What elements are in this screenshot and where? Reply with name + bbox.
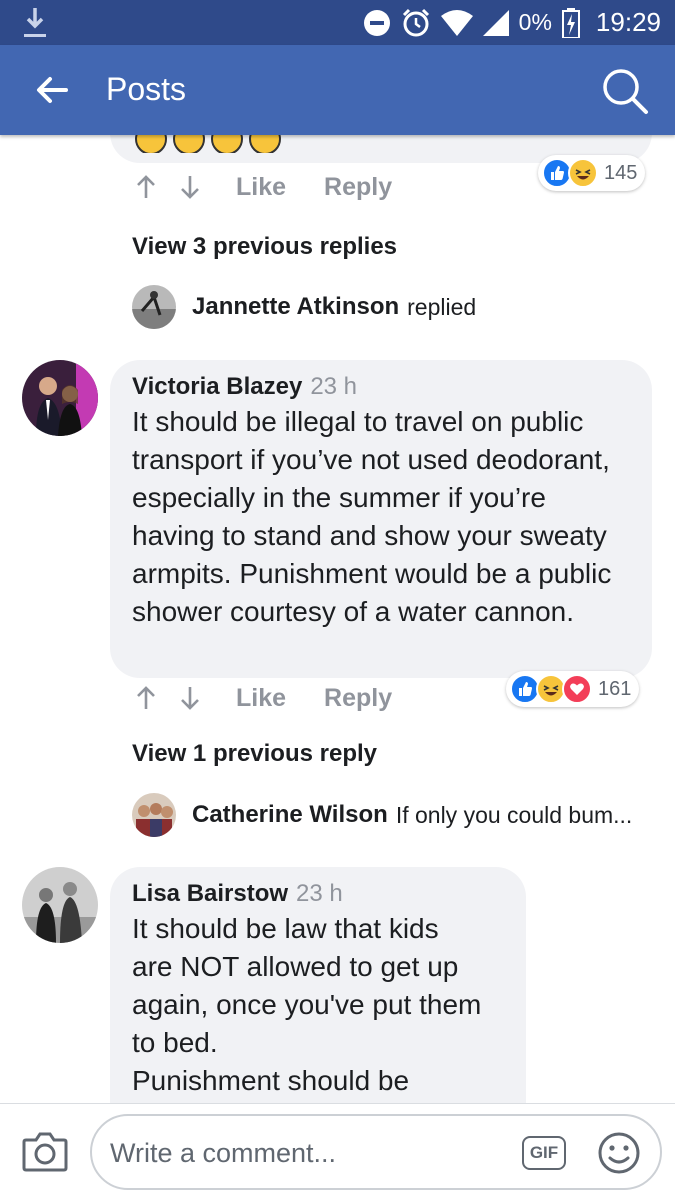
comments-feed[interactable]: 145 Like Reply View 3 previous replies J…	[0, 135, 675, 1103]
upvote-arrow-icon[interactable]	[134, 685, 158, 711]
reply-button[interactable]: Reply	[324, 173, 392, 202]
comment-text: It should be illegal to travel on public…	[132, 406, 612, 627]
comment-composer: Write a comment... GIF	[0, 1103, 675, 1200]
clock: 19:29	[595, 7, 661, 37]
comment-text: It should be law that kids are NOT allow…	[132, 910, 504, 1100]
comment-text-line: Punishment should be	[132, 1065, 410, 1096]
app-bar: Posts	[0, 45, 675, 135]
view-previous-replies[interactable]: View 3 previous replies	[132, 233, 397, 261]
comment-timestamp[interactable]: 23 h	[296, 880, 343, 907]
like-button[interactable]: Like	[236, 173, 286, 202]
like-button[interactable]: Like	[236, 684, 286, 713]
comment-input[interactable]: Write a comment... GIF	[90, 1114, 662, 1190]
comment-actions: Like Reply	[134, 678, 430, 718]
laughing-emoji-icon	[135, 135, 167, 153]
comment-text-line: are NOT allowed to get up	[132, 951, 459, 982]
download-icon	[24, 8, 46, 37]
comment-text-line: It should be law that kids	[132, 913, 439, 944]
do-not-disturb-icon	[363, 9, 390, 36]
reply-button[interactable]: Reply	[324, 684, 392, 713]
emoji-picker-icon[interactable]	[598, 1132, 640, 1174]
alarm-icon	[402, 8, 429, 36]
reaction-count: 161	[598, 677, 632, 700]
reply-snippet: If only you could bum...	[395, 801, 633, 828]
comment-author[interactable]: Lisa Bairstow	[132, 880, 288, 907]
status-bar: 0% 19:29	[0, 0, 675, 45]
search-icon[interactable]	[601, 67, 649, 115]
laughing-emoji-icon	[173, 135, 205, 153]
avatar	[132, 793, 176, 837]
comment-bubble[interactable]: Victoria Blazey 23 h It should be illegal…	[110, 360, 652, 678]
gif-button[interactable]: GIF	[522, 1136, 566, 1170]
reply-snippet: replied	[407, 293, 477, 320]
laughing-emoji-icon	[249, 135, 281, 153]
upvote-arrow-icon[interactable]	[134, 174, 158, 200]
comment-input-placeholder: Write a comment...	[110, 1138, 337, 1168]
wifi-icon	[440, 9, 473, 36]
comment-bubble[interactable]: Lisa Bairstow 23 h It should be law that …	[110, 867, 526, 1103]
comment-timestamp[interactable]: 23 h	[310, 373, 357, 400]
latest-reply-preview[interactable]: Jannette Atkinson replied	[132, 285, 476, 329]
avatar[interactable]	[22, 360, 98, 436]
downvote-arrow-icon[interactable]	[178, 174, 202, 200]
avatar	[132, 285, 176, 329]
love-icon	[562, 674, 592, 704]
page-title: Posts	[106, 71, 187, 107]
view-previous-replies[interactable]: View 1 previous reply	[132, 740, 377, 768]
emoji-row	[134, 135, 282, 153]
comment-actions: Like Reply	[134, 167, 430, 207]
reply-author[interactable]: Jannette Atkinson	[192, 293, 399, 321]
battery-charging-icon	[561, 7, 580, 38]
camera-icon[interactable]	[22, 1130, 68, 1172]
reaction-summary[interactable]: 145	[538, 155, 646, 191]
downvote-arrow-icon[interactable]	[178, 685, 202, 711]
comment-text-line: again, once you've put them	[132, 989, 482, 1020]
haha-icon	[568, 158, 598, 188]
battery-percent: 0%	[518, 9, 552, 35]
laughing-emoji-icon	[211, 135, 243, 153]
back-arrow-icon[interactable]	[32, 70, 72, 110]
reaction-count: 145	[604, 161, 638, 184]
reaction-summary[interactable]: 161	[506, 671, 640, 707]
cell-signal-icon	[482, 9, 509, 36]
comment-author[interactable]: Victoria Blazey	[132, 373, 302, 400]
comment-text-line: to bed.	[132, 1027, 218, 1058]
latest-reply-preview[interactable]: Catherine Wilson If only you could bum..…	[132, 793, 632, 837]
reply-author[interactable]: Catherine Wilson	[192, 801, 388, 829]
avatar[interactable]	[22, 867, 98, 943]
